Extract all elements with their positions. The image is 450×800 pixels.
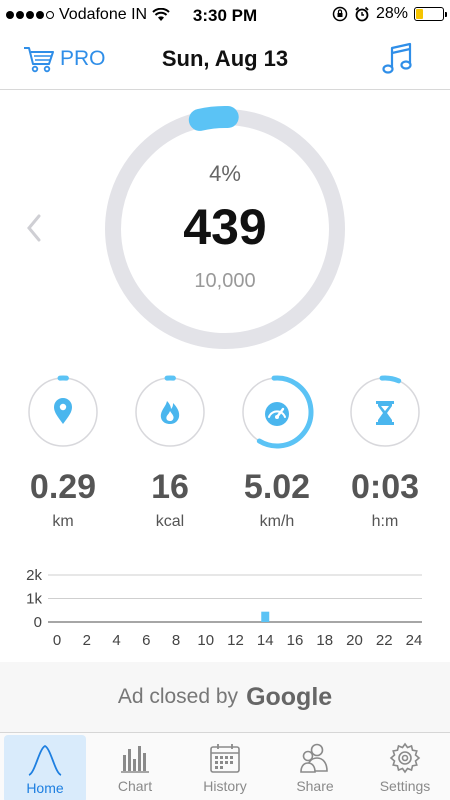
tab-chart[interactable]: Chart — [90, 733, 180, 800]
status-bar: Vodafone IN 3:30 PM 28% — [0, 0, 450, 30]
x-tick-label: 24 — [406, 632, 423, 649]
x-tick-label: 16 — [287, 632, 304, 649]
stat-distance[interactable]: 0.29 km — [23, 372, 103, 530]
y-tick-label: 2k — [26, 567, 42, 584]
x-tick-label: 18 — [316, 632, 333, 649]
google-logo: Google — [246, 682, 333, 711]
previous-day-button[interactable] — [24, 212, 44, 244]
stat-speed[interactable]: 5.02 km/h — [237, 372, 317, 530]
battery-fill — [416, 9, 424, 19]
y-tick-label: 1k — [26, 591, 42, 608]
battery-percent: 28% — [375, 5, 408, 22]
tab-share[interactable]: Share — [270, 733, 360, 800]
pro-button[interactable]: PRO — [22, 44, 106, 74]
hourly-steps-chart[interactable]: 2k1k00 2 4 6 8 10 12 14 16 18 20 22 24 — [0, 560, 450, 660]
tab-history-label: History — [203, 778, 247, 794]
pro-label: PRO — [60, 47, 106, 70]
step-goal: 10,000 — [194, 270, 256, 292]
rotation-lock-icon — [332, 6, 348, 22]
cart-icon — [24, 47, 54, 73]
speed-unit: km/h — [259, 513, 295, 530]
tab-home[interactable]: Home — [4, 735, 86, 800]
speedometer-icon — [265, 402, 289, 426]
x-tick-label: 6 — [142, 632, 150, 649]
x-tick-label: 20 — [346, 632, 363, 649]
stat-duration[interactable]: 0:03 h:m — [345, 372, 425, 530]
home-peak-icon — [28, 744, 62, 776]
duration-value: 0:03 — [350, 468, 420, 506]
duration-unit: h:m — [371, 513, 399, 530]
alarm-icon — [355, 6, 369, 22]
share-people-icon — [300, 743, 328, 773]
bar-chart-icon — [121, 746, 149, 773]
calories-unit: kcal — [155, 513, 185, 530]
y-tick-label: 0 — [34, 614, 42, 631]
tab-settings[interactable]: Settings — [360, 733, 450, 800]
tab-bar: Home Chart History Share Settings — [0, 732, 450, 800]
step-count: 439 — [183, 199, 267, 255]
tab-history[interactable]: History — [180, 733, 270, 800]
x-tick-label: 0 — [53, 632, 61, 649]
distance-unit: km — [52, 513, 74, 530]
steps-progress-ring: 4% 439 10,000 — [102, 106, 348, 352]
tab-chart-label: Chart — [117, 778, 153, 794]
music-note-icon[interactable] — [382, 42, 414, 76]
location-pin-icon — [54, 398, 72, 424]
tab-settings-label: Settings — [379, 778, 431, 794]
status-right: 28% — [332, 5, 447, 23]
hourly-bar[interactable] — [261, 611, 270, 622]
stat-calories[interactable]: 16 kcal — [130, 372, 210, 530]
x-tick-label: 4 — [112, 632, 120, 649]
x-tick-label: 10 — [197, 632, 214, 649]
x-tick-label: 14 — [257, 632, 274, 649]
calories-value: 16 — [151, 468, 189, 506]
ad-banner[interactable]: Ad closed by Google — [0, 662, 450, 732]
app-header: PRO Sun, Aug 13 — [0, 30, 450, 90]
x-tick-label: 8 — [172, 632, 180, 649]
tab-share-label: Share — [296, 778, 334, 794]
hourglass-icon — [376, 401, 394, 425]
x-tick-label: 2 — [83, 632, 91, 649]
gear-icon — [389, 742, 421, 774]
battery-icon — [414, 7, 447, 21]
x-tick-label: 22 — [376, 632, 393, 649]
goal-percent: 4% — [209, 161, 241, 186]
tab-home-label: Home — [26, 780, 64, 796]
flame-icon — [160, 401, 180, 424]
x-tick-label: 12 — [227, 632, 244, 649]
distance-value: 0.29 — [29, 468, 97, 506]
speed-value: 5.02 — [243, 468, 311, 506]
calendar-icon — [210, 744, 240, 773]
ad-closed-text: Ad closed by — [117, 685, 239, 708]
